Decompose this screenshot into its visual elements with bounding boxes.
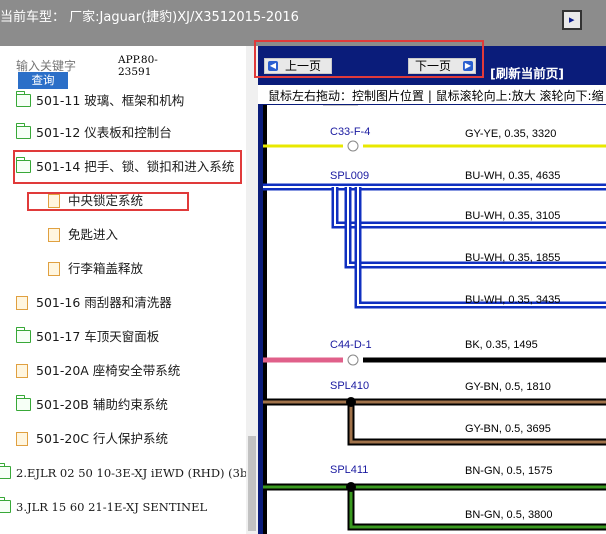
wire-label: BK, 0.35, 1495 [465, 339, 538, 351]
folder-icon [16, 327, 31, 343]
usage-hint-text: 鼠标左右拖动：控制图片位置 | 鼠标滚轮向上:放大 滚轮向下:缩 [268, 89, 604, 103]
wire-label: BU-WH, 0.35, 1855 [465, 252, 560, 264]
wire-group-bu-wh [263, 183, 606, 309]
tree-item-label: 3.JLR 15 60 21-1E-XJ SENTINEL [16, 500, 208, 514]
wire-label: GY-BN, 0.5, 1810 [465, 381, 551, 393]
wire-group-gy-bn [263, 398, 606, 446]
current-vehicle-title: 当前车型： 厂家:Jaguar(捷豹)XJ/X3512015-2016 [0, 10, 299, 25]
highlight-box [27, 192, 189, 211]
highlight-box [254, 40, 484, 78]
tree-item-label: 501-12 仪表板和控制台 [36, 125, 172, 140]
tree-item-label: 501-20C 行人保护系统 [36, 431, 168, 446]
splice-dot-icon [346, 482, 356, 492]
wire-label: BN-GN, 0.5, 1575 [465, 465, 552, 477]
tree-item-label: 501-17 车顶天窗面板 [36, 329, 160, 344]
wire-label: BN-GN, 0.5, 3800 [465, 509, 552, 521]
usage-hint: 鼠标左右拖动：控制图片位置 | 鼠标滚轮向上:放大 滚轮向下:缩 [258, 85, 606, 104]
connector-pin-icon [347, 354, 359, 366]
refresh-link[interactable]: [刷新当前页] [490, 63, 564, 82]
folder-icon [16, 123, 31, 139]
wire-label: BU-WH, 0.35, 3435 [465, 294, 560, 306]
wiring-diagram[interactable]: C33-F-4 GY-YE, 0.35, 3320 SPL009 BU-WH, … [263, 104, 606, 534]
page-icon [16, 364, 28, 378]
page-icon [48, 228, 60, 242]
tree-item-label: 501-16 雨刮器和清洗器 [36, 295, 172, 310]
wire-label: GY-BN, 0.5, 3695 [465, 423, 551, 435]
connector-pin-icon [347, 140, 359, 152]
wire-label: BU-WH, 0.35, 4635 [465, 170, 560, 182]
sidebar: APP.80-23591 查询 501-11 玻璃、框架和机构 501-12 仪… [0, 46, 258, 534]
exit-icon[interactable]: ▸ [562, 10, 582, 30]
connector-label: SPL009 [330, 170, 369, 182]
bus-bar [263, 105, 267, 534]
tree-item-label: 2.EJLR 02 50 10-3E-XJ iEWD (RHD) (3b) [16, 466, 252, 480]
scrollbar-thumb[interactable] [248, 436, 256, 531]
page-icon [16, 296, 28, 310]
splice-dot-icon [346, 397, 356, 407]
connector-label: C44-D-1 [330, 339, 372, 351]
wire-label: BU-WH, 0.35, 3105 [465, 210, 560, 222]
page-icon [16, 432, 28, 446]
folder-icon [16, 91, 31, 107]
tree-item-label: 501-11 玻璃、框架和机构 [36, 93, 185, 108]
folder-icon [0, 463, 11, 479]
app-code: APP.80-23591 [118, 54, 158, 78]
tree-item-label: 行李箱盖释放 [68, 261, 144, 276]
connector-label: SPL410 [330, 380, 369, 392]
wiring-diagram-svg: C33-F-4 GY-YE, 0.35, 3320 SPL009 BU-WH, … [263, 104, 606, 534]
search-button[interactable]: 查询 [18, 72, 68, 89]
tree-item-label: 免匙进入 [68, 227, 119, 242]
tree-item-label: 501-20B 辅助约束系统 [36, 397, 168, 412]
folder-icon [0, 497, 11, 513]
highlight-box [13, 150, 242, 184]
folder-icon [16, 395, 31, 411]
connector-label: SPL411 [330, 464, 368, 476]
wire-label: GY-YE, 0.35, 3320 [465, 128, 556, 140]
connector-label: C33-F-4 [330, 126, 370, 138]
diagram-viewer: ◀ 上一页 下一页 ▶ [刷新当前页] 鼠标左右拖动：控制图片位置 | 鼠标滚轮… [258, 46, 606, 534]
wire-group-bn-gn [263, 483, 606, 531]
page-icon [48, 262, 60, 276]
tree-item-label: 501-20A 座椅安全带系统 [36, 363, 181, 378]
